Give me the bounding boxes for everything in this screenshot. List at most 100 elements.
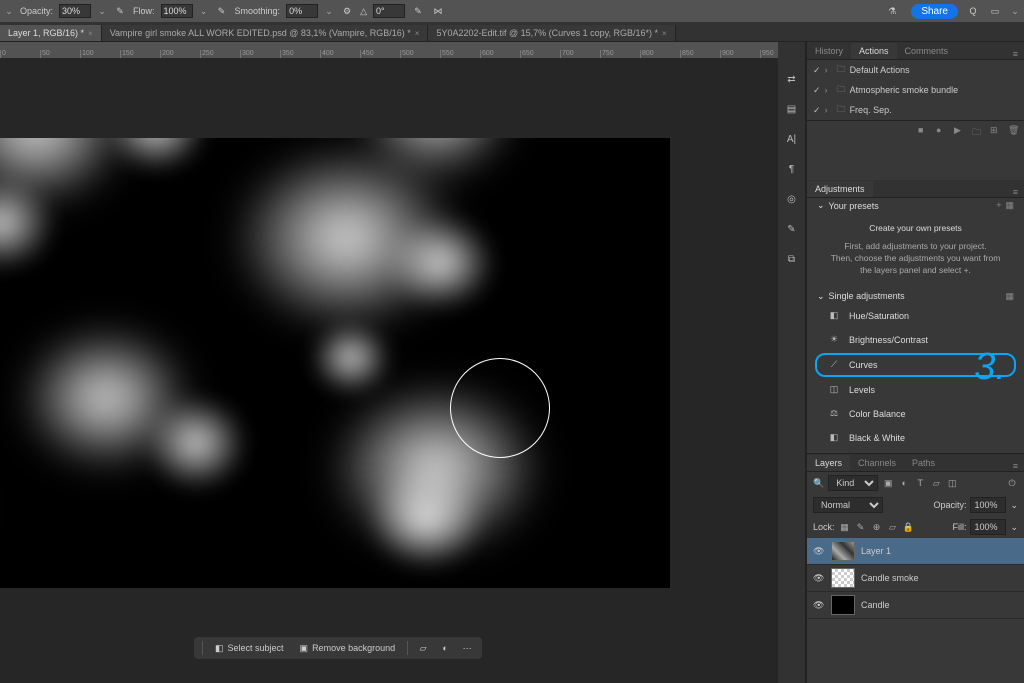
chevron-right-icon[interactable]: › xyxy=(825,65,833,75)
layer-item[interactable]: 👁 Candle xyxy=(807,592,1024,619)
chevron-down-icon[interactable]: ⌄ xyxy=(97,6,107,16)
layer-item[interactable]: 👁 Candle smoke xyxy=(807,565,1024,592)
chevron-down-icon[interactable]: ⌄ xyxy=(1010,500,1018,511)
chevron-down-icon[interactable]: ⌄ xyxy=(817,291,825,302)
canvas[interactable] xyxy=(0,138,670,588)
layer-item[interactable]: 👁 Layer 1 xyxy=(807,538,1024,565)
beaker-icon[interactable]: ⚗ xyxy=(885,4,899,18)
close-icon[interactable]: × xyxy=(88,29,93,38)
chevron-down-icon[interactable]: ⌄ xyxy=(4,6,14,16)
chevron-down-icon[interactable]: ⌄ xyxy=(1010,522,1018,533)
chevron-down-icon[interactable]: ⌄ xyxy=(199,6,209,16)
airbrush-icon[interactable]: ✎ xyxy=(215,4,229,18)
layer-thumbnail[interactable] xyxy=(831,568,855,588)
adjustment-color-balance[interactable]: ⚖Color Balance xyxy=(807,402,1024,426)
clone-icon[interactable]: ⧉ xyxy=(783,250,801,268)
color-icon[interactable]: ▤ xyxy=(783,100,801,118)
adjustment-exposure[interactable]: ◩Exposure xyxy=(807,450,1024,453)
visibility-icon[interactable]: 👁 xyxy=(813,546,825,557)
swatches-icon[interactable]: ⇄ xyxy=(783,70,801,88)
document-tab[interactable]: 5Y0A2202-Edit.tif @ 15,7% (Curves 1 copy… xyxy=(428,25,675,41)
opacity-input[interactable] xyxy=(59,4,91,18)
document-tab[interactable]: Vampire girl smoke ALL WORK EDITED.psd @… xyxy=(102,25,429,41)
document-tabs: Layer 1, RGB/16) *× Vampire girl smoke A… xyxy=(0,22,1024,42)
layer-opacity-input[interactable] xyxy=(970,497,1006,513)
lock-artboard-icon[interactable]: ▱ xyxy=(887,521,899,533)
blend-mode-select[interactable]: Normal xyxy=(813,497,883,513)
search-icon[interactable]: Q xyxy=(966,4,980,18)
flow-input[interactable] xyxy=(161,4,193,18)
tab-history[interactable]: History xyxy=(807,43,851,59)
smoothing-input[interactable] xyxy=(286,4,318,18)
adjustment-black-white[interactable]: ◧Black & White xyxy=(807,426,1024,450)
more-icon[interactable]: ⋯ xyxy=(460,641,474,655)
chevron-right-icon[interactable]: › xyxy=(825,85,833,95)
tab-layers[interactable]: Layers xyxy=(807,455,850,471)
visibility-icon[interactable]: 👁 xyxy=(813,600,825,611)
play-icon[interactable]: ▶ xyxy=(954,125,964,141)
grid-icon[interactable]: ▦ xyxy=(1005,291,1014,302)
lock-all-icon[interactable]: 🔒 xyxy=(903,521,915,533)
filter-type-icon[interactable]: T xyxy=(914,477,926,489)
filter-adjust-icon[interactable]: ◐ xyxy=(898,477,910,489)
share-button[interactable]: Share xyxy=(911,4,958,19)
tab-actions[interactable]: Actions xyxy=(851,43,897,59)
paragraph-icon[interactable]: ¶ xyxy=(783,160,801,178)
remove-background-button[interactable]: ▣Remove background xyxy=(296,641,400,656)
libraries-icon[interactable]: ◎ xyxy=(783,190,801,208)
symmetry-icon[interactable]: ⋈ xyxy=(431,4,445,18)
tab-comments[interactable]: Comments xyxy=(897,43,957,59)
chevron-down-icon[interactable]: ⌄ xyxy=(324,6,334,16)
new-icon[interactable]: ⊞ xyxy=(990,125,1000,141)
filter-shape-icon[interactable]: ▱ xyxy=(930,477,942,489)
filter-smart-icon[interactable]: ◫ xyxy=(946,477,958,489)
select-subject-button[interactable]: ◧Select subject xyxy=(211,641,288,656)
character-icon[interactable]: A| xyxy=(783,130,801,148)
transform-icon[interactable]: ▱ xyxy=(416,641,430,655)
pressure-size-icon[interactable]: ✎ xyxy=(411,4,425,18)
chevron-down-icon[interactable]: ⌄ xyxy=(817,200,825,211)
lock-paint-icon[interactable]: ✎ xyxy=(855,521,867,533)
workspace-icon[interactable]: ▭ xyxy=(988,4,1002,18)
record-icon[interactable]: ● xyxy=(936,125,946,141)
add-preset-icon[interactable]: + xyxy=(996,200,1001,211)
grid-icon[interactable]: ▦ xyxy=(1005,200,1014,211)
close-icon[interactable]: × xyxy=(662,29,667,38)
brushes-icon[interactable]: ✎ xyxy=(783,220,801,238)
lock-transparent-icon[interactable]: ▦ xyxy=(839,521,851,533)
trash-icon[interactable]: 🗑 xyxy=(1008,125,1018,141)
folder-icon[interactable]: 🗀 xyxy=(972,125,982,141)
adjustment-hue-saturation[interactable]: ◧Hue/Saturation xyxy=(807,304,1024,328)
lock-position-icon[interactable]: ⊕ xyxy=(871,521,883,533)
tab-adjustments[interactable]: Adjustments xyxy=(807,181,873,197)
tab-paths[interactable]: Paths xyxy=(904,455,943,471)
document-tab[interactable]: Layer 1, RGB/16) *× xyxy=(0,25,102,41)
visibility-icon[interactable]: 👁 xyxy=(813,573,825,584)
action-set[interactable]: ✓›🗀Default Actions xyxy=(807,60,1024,80)
collapsed-panel-strip: ⇄ ▤ A| ¶ ◎ ✎ ⧉ xyxy=(778,42,806,683)
single-adjustments-label: Single adjustments xyxy=(829,291,905,301)
gear-icon[interactable]: ⚙ xyxy=(340,4,354,18)
close-icon[interactable]: × xyxy=(415,29,420,38)
actions-panel: ✓›🗀Default Actions ✓›🗀Atmospheric smoke … xyxy=(807,60,1024,180)
ruler-tick: 850 xyxy=(680,50,720,58)
action-set[interactable]: ✓›🗀Atmospheric smoke bundle xyxy=(807,80,1024,100)
mask-icon[interactable]: ◐ xyxy=(438,641,452,655)
stop-icon[interactable]: ■ xyxy=(918,125,928,141)
kind-select[interactable]: Kind xyxy=(828,475,878,491)
brightness-icon: ☀ xyxy=(827,333,841,347)
filter-pixel-icon[interactable]: ▣ xyxy=(882,477,894,489)
chevron-down-icon[interactable]: ⌄ xyxy=(1010,6,1020,16)
angle-input[interactable] xyxy=(373,4,405,18)
layer-thumbnail[interactable] xyxy=(831,541,855,561)
action-set[interactable]: ✓›🗀Freq. Sep. xyxy=(807,100,1024,120)
chevron-right-icon[interactable]: › xyxy=(825,105,833,115)
filter-toggle-icon[interactable]: ⏻ xyxy=(1006,477,1018,489)
tab-channels[interactable]: Channels xyxy=(850,455,904,471)
layer-thumbnail[interactable] xyxy=(831,595,855,615)
panel-menu-icon[interactable]: ≡ xyxy=(1007,461,1024,471)
pressure-opacity-icon[interactable]: ✎ xyxy=(113,4,127,18)
layer-fill-input[interactable] xyxy=(970,519,1006,535)
panel-menu-icon[interactable]: ≡ xyxy=(1007,49,1024,59)
panel-menu-icon[interactable]: ≡ xyxy=(1007,187,1024,197)
